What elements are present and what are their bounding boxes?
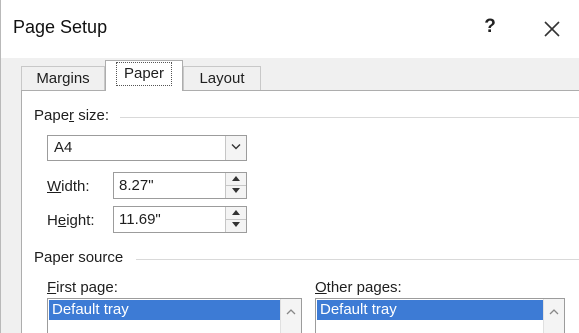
triangle-up-icon <box>232 210 240 215</box>
other-pages-label: Other pages: <box>315 279 402 296</box>
height-spinner[interactable]: 11.69" <box>113 206 247 233</box>
other-pages-label-rest: ther pages: <box>326 279 402 296</box>
height-label-rest: ight: <box>66 212 95 229</box>
other-pages-tray-list[interactable]: Default tray <box>315 298 565 333</box>
tab-paper-label: Paper <box>115 62 173 86</box>
close-icon <box>544 21 560 37</box>
first-page-scrollbar[interactable] <box>280 299 301 333</box>
height-value: 11.69" <box>119 211 161 228</box>
close-button[interactable] <box>539 16 565 42</box>
chevron-down-icon <box>231 144 241 150</box>
first-page-label-mnemonic: F <box>47 279 57 296</box>
page-setup-dialog: Page Setup ? Margins Paper Layout Paper … <box>0 0 579 333</box>
width-label: Width: <box>47 178 90 195</box>
paper-size-label-suffix: size: <box>74 107 110 124</box>
paper-size-label-prefix: Pape <box>34 107 70 124</box>
tab-paper[interactable]: Paper <box>105 60 183 91</box>
other-pages-label-mnemonic: O <box>315 279 327 296</box>
tab-layout[interactable]: Layout <box>183 66 261 90</box>
first-page-tray-item[interactable]: Default tray <box>49 300 281 320</box>
width-label-rest: idth: <box>61 178 90 195</box>
height-label: Height: <box>47 212 95 229</box>
paper-size-group-label: Paper size: <box>34 107 109 124</box>
chevron-up-icon <box>549 309 559 315</box>
triangle-down-icon <box>232 222 240 227</box>
dialog-title: Page Setup <box>13 17 108 37</box>
width-spinner[interactable]: 8.27" <box>113 172 247 199</box>
width-label-mnemonic: W <box>47 178 62 195</box>
triangle-up-icon <box>232 176 240 181</box>
paper-size-select[interactable]: A4 <box>47 135 247 161</box>
other-pages-tray-item[interactable]: Default tray <box>317 300 544 320</box>
height-label-mnemonic: e <box>57 212 67 229</box>
width-decrement-button[interactable] <box>226 185 246 197</box>
help-button[interactable]: ? <box>479 14 501 40</box>
first-page-tray-list[interactable]: Default tray <box>47 298 302 333</box>
chevron-up-icon <box>286 309 296 315</box>
paper-size-divider <box>120 117 579 118</box>
paper-source-group-label: Paper source <box>34 249 124 266</box>
paper-size-dropdown-button[interactable] <box>225 136 246 160</box>
title-bar: Page Setup ? <box>1 0 579 58</box>
paper-size-value: A4 <box>54 139 73 156</box>
paper-source-divider <box>136 259 579 260</box>
height-spin-buttons <box>225 207 246 232</box>
other-pages-scrollbar[interactable] <box>543 299 564 333</box>
height-label-prefix: H <box>47 212 58 229</box>
width-value: 8.27" <box>119 177 154 194</box>
first-page-label-rest: irst page: <box>56 279 118 296</box>
triangle-down-icon <box>232 188 240 193</box>
tab-margins[interactable]: Margins <box>21 66 105 90</box>
height-decrement-button[interactable] <box>226 219 246 231</box>
paper-tab-panel: Paper size: A4 Width: 8.27" Height: 11.6… <box>21 90 579 333</box>
first-page-label: First page: <box>47 279 118 296</box>
width-spin-buttons <box>225 173 246 198</box>
